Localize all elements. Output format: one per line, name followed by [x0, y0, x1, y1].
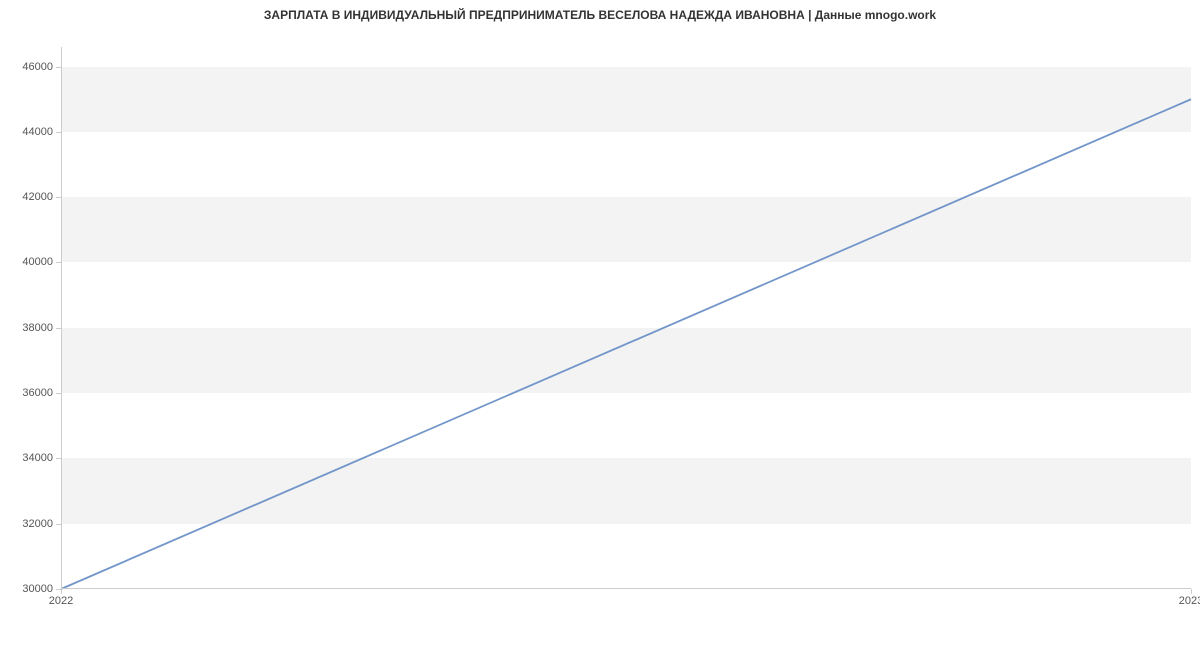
y-tick-mark — [56, 458, 61, 459]
x-tick-label: 2023 — [1179, 595, 1200, 607]
x-tick-mark — [61, 589, 62, 594]
y-tick-mark — [56, 132, 61, 133]
y-tick-label: 38000 — [22, 322, 53, 334]
y-tick-label: 46000 — [22, 61, 53, 73]
y-tick-label: 42000 — [22, 191, 53, 203]
y-tick-mark — [56, 262, 61, 263]
plot-area: 3000032000340003600038000400004200044000… — [60, 46, 1192, 590]
y-tick-label: 44000 — [22, 126, 53, 138]
y-tick-label: 40000 — [22, 256, 53, 268]
x-axis-line — [61, 588, 1191, 589]
y-tick-mark — [56, 67, 61, 68]
y-tick-mark — [56, 197, 61, 198]
line-series-svg — [61, 47, 1191, 589]
chart-title: ЗАРПЛАТА В ИНДИВИДУАЛЬНЫЙ ПРЕДПРИНИМАТЕЛ… — [0, 8, 1200, 22]
y-tick-label: 36000 — [22, 387, 53, 399]
x-tick-label: 2022 — [49, 595, 73, 607]
y-tick-label: 34000 — [22, 452, 53, 464]
y-tick-mark — [56, 524, 61, 525]
salary-series-line — [61, 99, 1191, 589]
y-tick-mark — [56, 328, 61, 329]
y-axis-line — [61, 47, 62, 589]
x-tick-mark — [1191, 589, 1192, 594]
y-tick-label: 30000 — [22, 583, 53, 595]
salary-line-chart: ЗАРПЛАТА В ИНДИВИДУАЛЬНЫЙ ПРЕДПРИНИМАТЕЛ… — [0, 0, 1200, 650]
y-tick-mark — [56, 393, 61, 394]
y-tick-label: 32000 — [22, 518, 53, 530]
